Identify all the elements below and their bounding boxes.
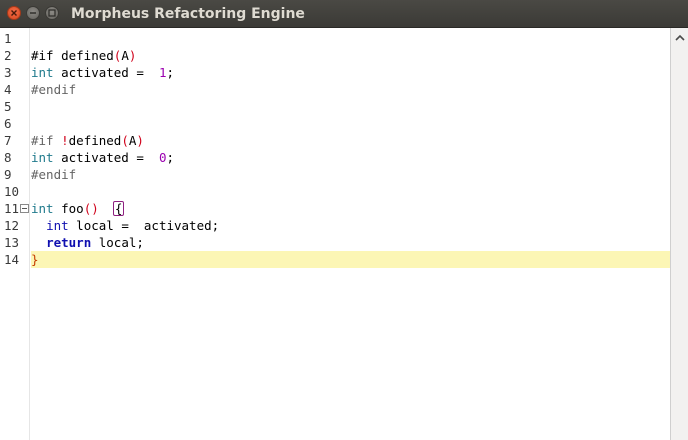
code-line[interactable]: int activated = 1; — [31, 64, 174, 81]
code-line[interactable]: #endif — [31, 166, 76, 183]
code-token: local; — [91, 235, 144, 250]
current-line-highlight — [31, 251, 670, 268]
matched-brace: { — [112, 201, 125, 216]
line-number: 14 — [4, 252, 20, 267]
code-token: int — [46, 218, 69, 233]
line-number: 9 — [4, 167, 12, 182]
code-token: #if — [31, 48, 62, 63]
vertical-scrollbar[interactable] — [670, 28, 688, 440]
fold-collapse-icon[interactable] — [20, 204, 29, 213]
code-line[interactable]: int foo() { — [31, 200, 125, 217]
code-token: ( — [121, 133, 129, 148]
code-token: ! — [61, 133, 69, 148]
line-number: 12 — [4, 218, 20, 233]
code-token: #endif — [31, 82, 77, 97]
code-token: A — [121, 48, 129, 63]
code-line[interactable]: return local; — [31, 234, 144, 251]
code-token: () — [83, 201, 99, 216]
code-token: defined — [68, 133, 122, 148]
line-number: 3 — [4, 65, 12, 80]
line-number: 10 — [4, 184, 20, 199]
window-title: Morpheus Refactoring Engine — [71, 6, 305, 22]
code-token: defined — [61, 48, 114, 63]
maximize-icon — [48, 9, 56, 17]
line-number: 5 — [4, 99, 12, 114]
code-token: foo — [53, 201, 84, 216]
line-number: 2 — [4, 48, 12, 63]
code-token: int — [31, 150, 54, 165]
code-token: return — [46, 235, 92, 250]
code-line[interactable]: } — [31, 251, 39, 268]
line-number: 13 — [4, 235, 20, 250]
line-number: 8 — [4, 150, 12, 165]
code-token: #endif — [31, 167, 77, 182]
code-token: activated = — [53, 65, 159, 80]
code-line[interactable]: int local = activated; — [31, 217, 219, 234]
close-button[interactable] — [7, 6, 21, 20]
code-token: int — [31, 65, 54, 80]
maximize-button[interactable] — [45, 6, 59, 20]
line-number: 7 — [4, 133, 12, 148]
code-token: ) — [128, 48, 137, 63]
minimize-icon — [30, 12, 36, 14]
code-line[interactable]: #if defined(A) — [31, 47, 136, 64]
line-number: 6 — [4, 116, 12, 131]
code-line[interactable]: #endif — [31, 81, 76, 98]
code-token: ; — [166, 150, 174, 165]
line-number-gutter: 1 2 3 4 5 6 7 8 9 10 11 12 13 14 — [0, 28, 30, 440]
code-editor[interactable]: 1 2 3 4 5 6 7 8 9 10 11 12 13 14 #if defined(A) int ac… — [0, 28, 688, 440]
code-line[interactable]: int activated = 0; — [31, 149, 174, 166]
code-token: int — [31, 201, 54, 216]
code-token: local = activated; — [68, 218, 220, 233]
minimize-button[interactable] — [26, 6, 40, 20]
title-bar: Morpheus Refactoring Engine — [0, 0, 688, 28]
line-number: 1 — [4, 31, 12, 46]
code-token: #if — [31, 133, 62, 148]
code-token: ) — [136, 133, 144, 148]
code-line[interactable]: #if !defined(A) — [31, 132, 144, 149]
code-token: activated = — [53, 150, 159, 165]
line-number: 4 — [4, 82, 12, 97]
code-token: } — [31, 252, 39, 267]
scroll-up-arrow-icon[interactable] — [674, 32, 686, 44]
code-token: ; — [166, 65, 174, 80]
app-window: Morpheus Refactoring Engine 1 2 3 4 5 6 7 8 9 10 1… — [0, 0, 688, 440]
close-icon — [11, 10, 17, 16]
